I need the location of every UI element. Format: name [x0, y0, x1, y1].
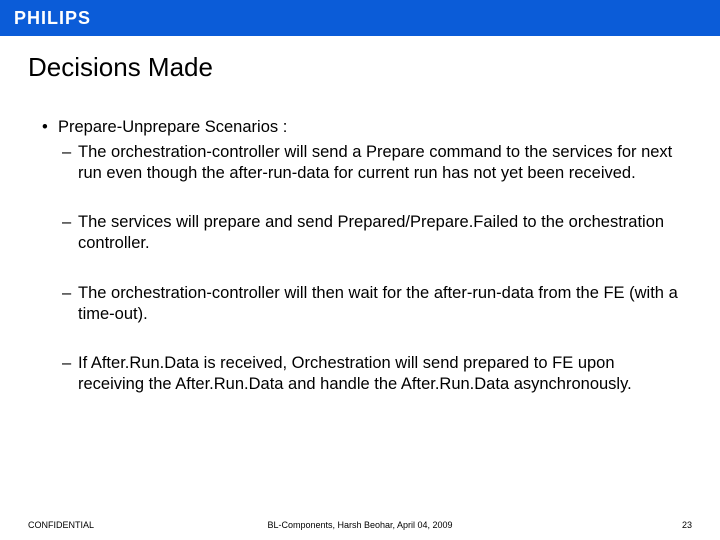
footer-meta: BL-Components, Harsh Beohar, April 04, 2… — [267, 520, 452, 530]
bullet-sub: The orchestration-controller will then w… — [40, 283, 680, 325]
bullet-sub: The services will prepare and send Prepa… — [40, 212, 680, 254]
bullet-sub: If After.Run.Data is received, Orchestra… — [40, 353, 680, 395]
philips-logo: PHILIPS — [14, 8, 91, 29]
slide: PHILIPS Decisions Made Prepare-Unprepare… — [0, 0, 720, 540]
header-bar: PHILIPS — [0, 0, 720, 36]
footer-confidential: CONFIDENTIAL — [28, 520, 94, 530]
slide-title: Decisions Made — [0, 36, 720, 89]
bullet-main: Prepare-Unprepare Scenarios : — [40, 117, 680, 138]
page-number: 23 — [682, 520, 692, 530]
bullet-sub: The orchestration-controller will send a… — [40, 142, 680, 184]
slide-content: Prepare-Unprepare Scenarios : The orches… — [0, 89, 720, 540]
